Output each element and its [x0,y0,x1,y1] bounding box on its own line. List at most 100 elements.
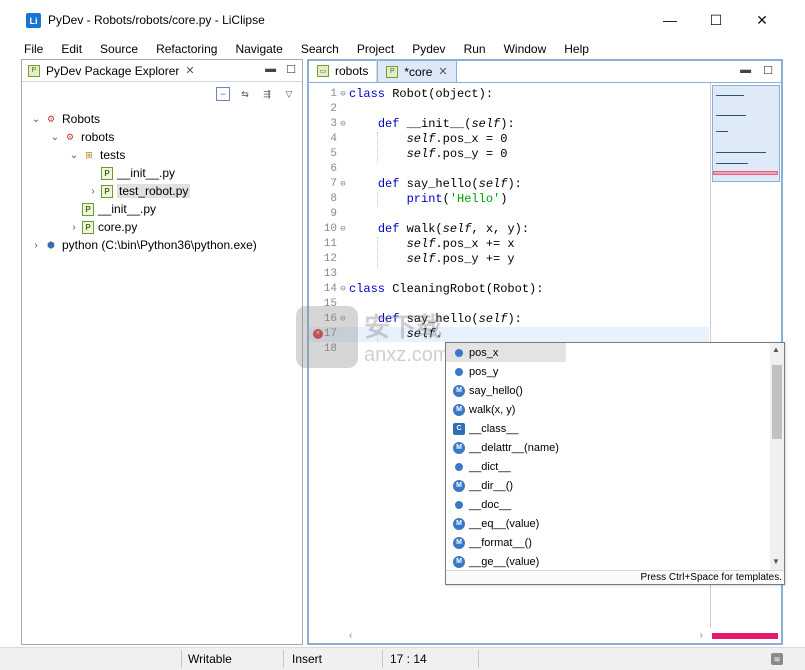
menu-project[interactable]: Project [357,42,394,56]
code-text: class Robot(object): [349,87,494,101]
completion-item[interactable]: pos_x [446,343,566,362]
minimize-editor-icon[interactable]: ▬ [740,64,751,77]
completion-item[interactable]: C __class__ [446,419,771,438]
completion-item[interactable]: M __delattr__(name) [446,438,771,457]
status-bar: Writable Insert 17 : 14 ≋ [0,647,805,670]
line-number: 11 [323,238,337,250]
menu-window[interactable]: Window [504,42,547,56]
completion-item[interactable]: __dict__ [446,457,771,476]
fold-toggle-icon[interactable]: ⊖ [337,177,349,192]
code-line[interactable]: 5 self.pos_y = 0 [309,147,709,162]
code-line[interactable]: 2 [309,102,709,117]
menu-navigate[interactable]: Navigate [235,42,282,56]
menu-edit[interactable]: Edit [61,42,82,56]
maximize-view-icon[interactable]: ☐ [286,63,296,76]
minimize-button[interactable]: — [654,8,686,32]
completion-item[interactable]: Mwalk(x, y) [446,400,771,419]
code-line[interactable]: 6 [309,162,709,177]
completion-item[interactable]: pos_y [446,362,771,381]
tab-label: robots [335,64,369,78]
close-tab-icon[interactable]: ✕ [438,65,447,78]
tab-label: PyDev Package Explorer [46,63,180,78]
maximize-button[interactable]: ☐ [700,8,732,32]
chevron-down-icon[interactable]: ⌄ [30,114,42,125]
fold-toggle-icon[interactable]: ⊖ [337,222,349,237]
code-line[interactable]: 3 ⊖ def __init__(self): [309,117,709,132]
code-line[interactable]: 14 ⊖ class CleaningRobot(Robot): [309,282,709,297]
completion-item[interactable]: M __ge__(value) [446,552,771,571]
completion-item[interactable]: Msay_hello() [446,381,771,400]
completion-item[interactable]: M __format__() [446,533,771,552]
scroll-down-icon[interactable]: ▼ [772,557,780,566]
code-line[interactable]: 4 self.pos_x = 0 [309,132,709,147]
status-cursor-position: 17 : 14 [390,652,427,666]
tree-item[interactable]: ⌄ ⚙ robots [22,128,302,146]
code-line[interactable]: 8 print('Hello') [309,192,709,207]
tab-package-explorer[interactable]: P PyDev Package Explorer ✕ [22,60,201,82]
scroll-left-icon[interactable]: ‹ [349,630,352,641]
menu-file[interactable]: File [24,42,43,56]
tree-item[interactable]: ⌄ ⊞ tests [22,146,302,164]
code-line[interactable]: 1 ⊖ class Robot(object): [309,87,709,102]
tree-item[interactable]: › Pcore.py [22,218,302,236]
menu-source[interactable]: Source [100,42,138,56]
tree-item[interactable]: P __init__.py [22,164,302,182]
minimap-viewport[interactable] [712,85,780,182]
code-line[interactable]: 12 self.pos_y += y [309,252,709,267]
code-line[interactable]: 10 ⊖ def walk(self, x, y): [309,222,709,237]
line-number: 6 [330,163,337,175]
menu-pydev[interactable]: Pydev [412,42,445,56]
tab-robots[interactable]: ▭ robots [309,60,378,82]
tree-item[interactable]: P __init__.py [22,200,302,218]
completion-item[interactable]: __doc__ [446,495,771,514]
code-line[interactable]: 13 [309,267,709,282]
tree-item[interactable]: › Ptest_robot.py [22,182,302,200]
tree-item[interactable]: › ⬢ python (C:\bin\Python36\python.exe) [22,236,302,254]
completion-label: say_hello() [469,384,523,397]
code-line[interactable]: 11 self.pos_x += x [309,237,709,252]
code-line[interactable]: 9 [309,207,709,222]
view-menu-icon[interactable]: ▽ [282,87,296,101]
code-text: def say_hello(self): [377,177,522,191]
collapse-all-icon[interactable]: − [216,87,230,101]
fold-toggle-icon[interactable]: ⊖ [337,282,349,297]
chevron-right-icon[interactable]: › [30,240,42,251]
tree-item-label: core.py [98,220,138,234]
completion-item[interactable]: M __dir__() [446,476,771,495]
horizontal-scrollbar[interactable]: ‹ › [309,627,709,643]
maximize-editor-icon[interactable]: ☐ [763,64,773,77]
minimize-view-icon[interactable]: ▬ [265,63,276,76]
class-icon: C [453,422,465,435]
chevron-down-icon[interactable]: ⌄ [49,132,61,143]
scroll-right-icon[interactable]: › [700,630,703,641]
close-button[interactable]: ✕ [746,8,778,32]
watermark: 安下载 anxz.com [296,306,450,368]
autocomplete-scroll-thumb[interactable] [772,365,782,439]
tree-item-label: __init__.py [117,166,176,180]
fold-toggle-icon[interactable]: ⊖ [337,117,349,132]
menu-run[interactable]: Run [464,42,486,56]
watermark-url: anxz.com [364,344,450,366]
chevron-right-icon[interactable]: › [68,222,80,233]
code-line[interactable]: 7 ⊖ def say_hello(self): [309,177,709,192]
menu-help[interactable]: Help [564,42,589,56]
filters-icon[interactable]: ⇶ [260,87,274,101]
menu-refactoring[interactable]: Refactoring [156,42,217,56]
tab-core[interactable]: P *core ✕ [377,60,457,82]
tree-item[interactable]: ⌄ ⚙ Robots [22,110,302,128]
method-icon: M [453,403,465,416]
completion-item[interactable]: M __eq__(value) [446,514,771,533]
fold-toggle-icon[interactable]: ⊖ [337,87,349,102]
autocomplete-scrollbar[interactable]: ▲ ▼ [770,343,784,571]
chevron-right-icon[interactable]: › [87,186,99,197]
completion-label: __format__() [469,536,532,549]
close-tab-icon[interactable]: ✕ [185,64,194,77]
feed-icon[interactable]: ≋ [771,653,783,665]
chevron-down-icon[interactable]: ⌄ [68,150,80,161]
link-with-editor-icon[interactable]: ⇆ [238,87,252,101]
scroll-up-icon[interactable]: ▲ [772,345,780,354]
menu-search[interactable]: Search [301,42,339,56]
field-icon [455,367,463,376]
